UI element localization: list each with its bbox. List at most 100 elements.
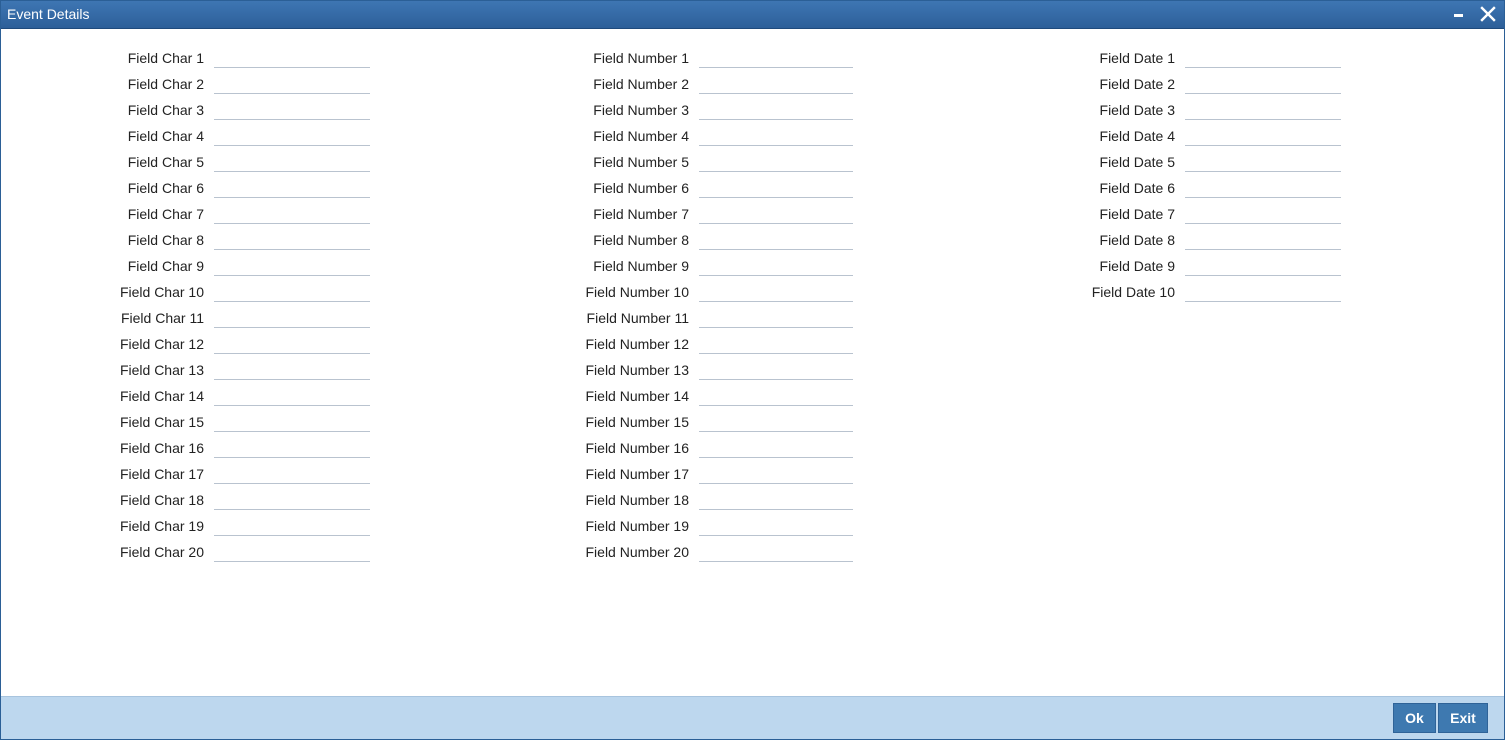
field-char-11-input[interactable]	[214, 307, 370, 328]
field-number-10-input[interactable]	[699, 281, 853, 302]
field-number-12-row: Field Number 12	[1, 331, 853, 357]
field-date-3-label: Field Date 3	[1099, 102, 1175, 118]
field-char-16-label: Field Char 16	[119, 440, 204, 456]
field-date-6-input[interactable]	[1185, 177, 1341, 198]
field-number-1-input[interactable]	[699, 47, 853, 68]
field-number-18-row: Field Number 18	[1, 487, 853, 513]
field-number-12-input[interactable]	[699, 333, 853, 354]
field-date-2-row: Field Date 2	[1, 71, 1341, 97]
field-number-13-input[interactable]	[699, 359, 853, 380]
field-char-9-input[interactable]	[214, 255, 370, 276]
field-date-1-label: Field Date 1	[1099, 50, 1175, 66]
field-number-7-input[interactable]	[699, 203, 853, 224]
ok-button[interactable]: Ok	[1393, 703, 1436, 733]
field-date-2-input[interactable]	[1185, 73, 1341, 94]
field-date-10-input[interactable]	[1185, 281, 1341, 302]
field-number-19-input[interactable]	[699, 515, 853, 536]
field-number-20-row: Field Number 20	[1, 539, 853, 565]
field-date-10-row: Field Date 10	[1, 279, 1341, 305]
field-date-3-input[interactable]	[1185, 99, 1341, 120]
field-number-16-label: Field Number 16	[585, 440, 690, 456]
close-icon[interactable]	[1478, 4, 1498, 24]
field-number-9-label: Field Number 9	[593, 258, 689, 274]
field-number-7-label: Field Number 7	[593, 206, 689, 222]
footer-bar: Ok Exit	[1, 696, 1504, 739]
field-number-16-row: Field Number 16	[1, 435, 853, 461]
field-number-2-input[interactable]	[699, 73, 853, 94]
field-date-2-label: Field Date 2	[1099, 76, 1175, 92]
field-number-10-label: Field Number 10	[585, 284, 690, 300]
field-number-11-row: Field Number 11	[1, 305, 853, 331]
field-date-9-input[interactable]	[1185, 255, 1341, 276]
field-number-20-input[interactable]	[699, 541, 853, 562]
exit-button[interactable]: Exit	[1438, 703, 1488, 733]
field-number-11-input[interactable]	[699, 307, 853, 328]
field-char-8-input[interactable]	[214, 229, 370, 250]
field-number-8-label: Field Number 8	[593, 232, 689, 248]
title-bar: Event Details	[1, 1, 1504, 29]
field-number-9-input[interactable]	[699, 255, 853, 276]
field-number-2-label: Field Number 2	[593, 76, 689, 92]
field-number-13-row: Field Number 13	[1, 357, 853, 383]
field-number-5-label: Field Number 5	[593, 154, 689, 170]
field-char-2-input[interactable]	[214, 73, 370, 94]
field-number-6-input[interactable]	[699, 177, 853, 198]
field-char-15-input[interactable]	[214, 411, 370, 432]
field-date-1-row: Field Date 1	[1, 45, 1341, 71]
field-char-2-label: Field Char 2	[127, 76, 204, 92]
field-char-6-input[interactable]	[214, 177, 370, 198]
field-number-14-input[interactable]	[699, 385, 853, 406]
field-char-3-input[interactable]	[214, 99, 370, 120]
field-char-4-label: Field Char 4	[127, 128, 204, 144]
field-char-17-label: Field Char 17	[119, 466, 204, 482]
field-char-10-label: Field Char 10	[119, 284, 204, 300]
field-number-16-input[interactable]	[699, 437, 853, 458]
field-number-17-row: Field Number 17	[1, 461, 853, 487]
field-char-19-input[interactable]	[214, 515, 370, 536]
field-number-3-input[interactable]	[699, 99, 853, 120]
field-number-20-label: Field Number 20	[585, 544, 690, 560]
field-char-15-label: Field Char 15	[119, 414, 204, 430]
field-char-17-input[interactable]	[214, 463, 370, 484]
field-date-8-label: Field Date 8	[1099, 232, 1175, 248]
field-number-14-row: Field Number 14	[1, 383, 853, 409]
field-date-4-row: Field Date 4	[1, 123, 1341, 149]
field-date-8-input[interactable]	[1185, 229, 1341, 250]
field-char-7-label: Field Char 7	[127, 206, 204, 222]
field-char-7-input[interactable]	[214, 203, 370, 224]
field-number-6-label: Field Number 6	[593, 180, 689, 196]
field-char-10-input[interactable]	[214, 281, 370, 302]
field-number-5-input[interactable]	[699, 151, 853, 172]
field-char-18-input[interactable]	[214, 489, 370, 510]
field-char-6-label: Field Char 6	[127, 180, 204, 196]
field-char-19-label: Field Char 19	[119, 518, 204, 534]
field-char-12-input[interactable]	[214, 333, 370, 354]
field-number-4-input[interactable]	[699, 125, 853, 146]
field-char-4-input[interactable]	[214, 125, 370, 146]
field-char-14-input[interactable]	[214, 385, 370, 406]
field-char-16-input[interactable]	[214, 437, 370, 458]
field-char-13-input[interactable]	[214, 359, 370, 380]
field-date-1-input[interactable]	[1185, 47, 1341, 68]
field-date-4-input[interactable]	[1185, 125, 1341, 146]
field-char-20-input[interactable]	[214, 541, 370, 562]
field-char-13-label: Field Char 13	[119, 362, 204, 378]
field-date-7-label: Field Date 7	[1099, 206, 1175, 222]
field-number-17-input[interactable]	[699, 463, 853, 484]
field-char-5-input[interactable]	[214, 151, 370, 172]
field-number-15-label: Field Number 15	[585, 414, 690, 430]
field-char-1-input[interactable]	[214, 47, 370, 68]
field-number-15-input[interactable]	[699, 411, 853, 432]
field-date-9-label: Field Date 9	[1099, 258, 1175, 274]
field-date-5-input[interactable]	[1185, 151, 1341, 172]
field-char-12-label: Field Char 12	[119, 336, 204, 352]
field-char-18-label: Field Char 18	[119, 492, 204, 508]
field-number-1-label: Field Number 1	[593, 50, 689, 66]
field-number-8-input[interactable]	[699, 229, 853, 250]
field-date-7-input[interactable]	[1185, 203, 1341, 224]
field-char-1-label: Field Char 1	[127, 50, 204, 66]
field-date-9-row: Field Date 9	[1, 253, 1341, 279]
field-number-13-label: Field Number 13	[585, 362, 690, 378]
minimize-icon[interactable]	[1450, 4, 1470, 24]
field-number-18-input[interactable]	[699, 489, 853, 510]
